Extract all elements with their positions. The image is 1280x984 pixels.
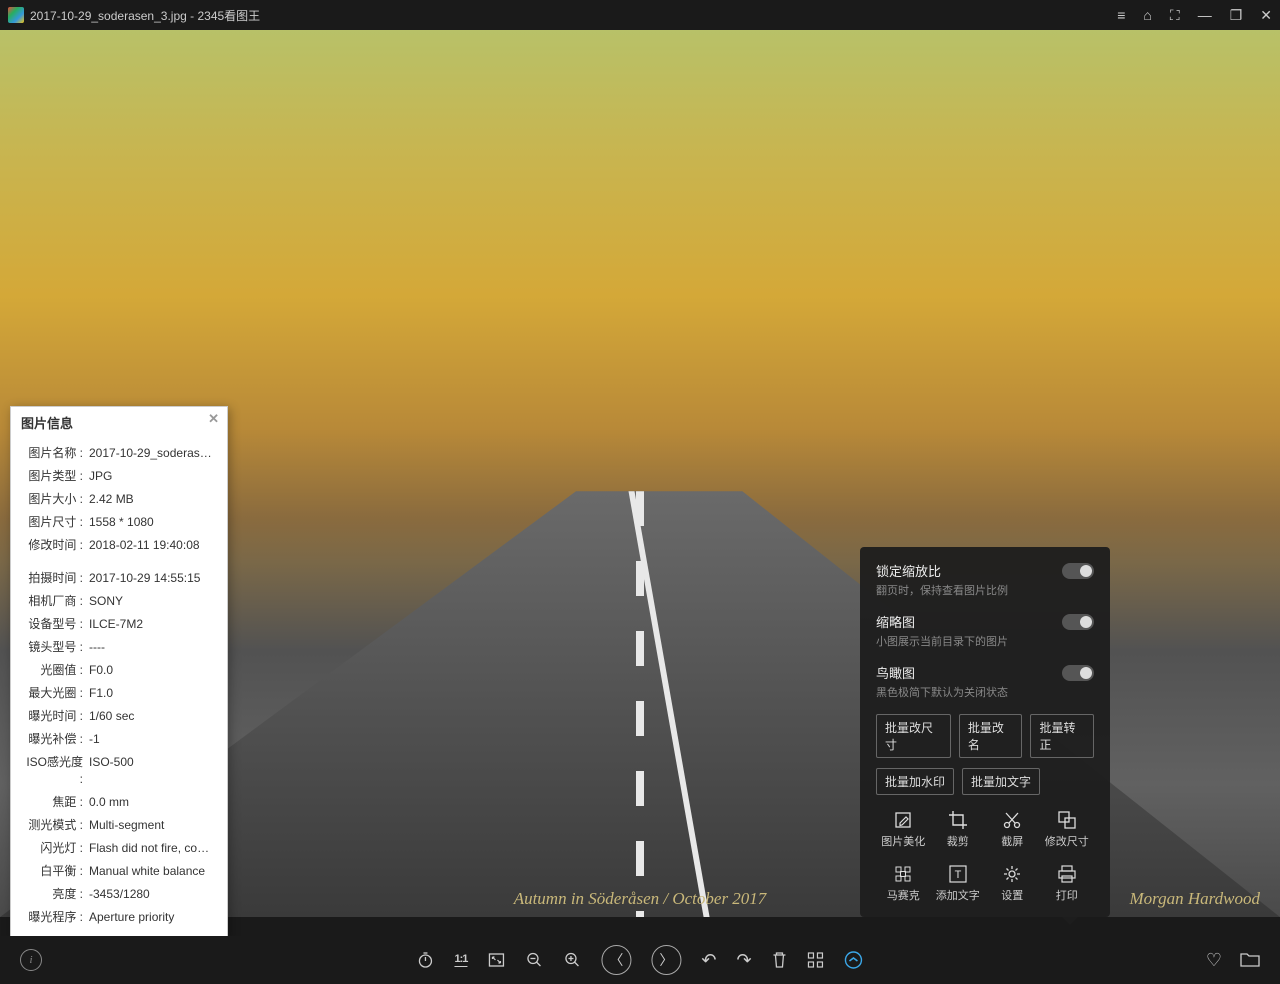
tool-scissors[interactable]: 截屏 [985, 805, 1040, 853]
tool-gear[interactable]: 设置 [985, 859, 1040, 907]
tool-mosaic[interactable]: 马赛克 [876, 859, 931, 907]
edit-icon [876, 809, 931, 831]
info-row: 相机厂商 :SONY [11, 590, 227, 613]
info-panel-close-icon[interactable]: ✕ [208, 411, 219, 427]
toggle-switch[interactable] [1062, 665, 1094, 681]
maximize-icon[interactable]: ❐ [1230, 7, 1243, 24]
info-row: 最大光圈 :F1.0 [11, 682, 227, 705]
minimize-icon[interactable]: — [1198, 7, 1212, 23]
tool-crop[interactable]: 裁剪 [931, 805, 986, 853]
toggle-desc: 黑色极简下默认为关闭状态 [876, 684, 1062, 700]
info-row: 曝光补偿 :-1 [11, 728, 227, 751]
toggle-desc: 翻页时，保持查看图片比例 [876, 582, 1062, 598]
tool-text[interactable]: T添加文字 [931, 859, 986, 907]
image-info-panel: 图片信息 ✕ 图片名称 :2017-10-29_soderasen_3图片类型 … [10, 406, 228, 938]
apps-icon[interactable] [808, 952, 824, 968]
timer-icon[interactable] [416, 951, 434, 969]
mosaic-icon [876, 863, 931, 885]
info-row: 图片类型 :JPG [11, 465, 227, 488]
svg-text:T: T [954, 869, 961, 881]
image-caption: Autumn in Söderåsen / October 2017 [514, 889, 767, 909]
batch-button[interactable]: 批量加文字 [962, 768, 1040, 795]
window-title: 2017-10-29_soderasen_3.jpg - 2345看图王 [30, 7, 1117, 24]
info-row: 设备型号 :ILCE-7M2 [11, 613, 227, 636]
folder-icon[interactable] [1240, 950, 1260, 971]
tool-resize[interactable]: 修改尺寸 [1040, 805, 1095, 853]
crop-icon [931, 809, 986, 831]
info-row: 光圈值 :F0.0 [11, 659, 227, 682]
zoom-in-icon[interactable] [563, 951, 581, 969]
batch-button[interactable]: 批量转正 [1030, 714, 1094, 758]
text-icon: T [931, 863, 986, 885]
toggle-title: 鸟瞰图 [876, 663, 1062, 682]
next-button[interactable]: 〉 [651, 945, 681, 975]
zoom-out-icon[interactable] [525, 951, 543, 969]
batch-button[interactable]: 批量改名 [959, 714, 1023, 758]
info-row: ISO感光度 :ISO-500 [11, 751, 227, 791]
pin-icon[interactable]: ⌂ [1143, 7, 1151, 23]
tool-print[interactable]: 打印 [1040, 859, 1095, 907]
more-tools-button[interactable] [844, 950, 864, 970]
menu-icon[interactable]: ≡ [1117, 7, 1125, 23]
toggle-switch[interactable] [1062, 563, 1094, 579]
info-panel-title: 图片信息 [21, 416, 73, 431]
gear-icon [985, 863, 1040, 885]
info-row: 曝光时间 :1/60 sec [11, 705, 227, 728]
info-row: 曝光程序 :Aperture priority [11, 906, 227, 929]
settings-popup: 锁定缩放比翻页时，保持查看图片比例缩略图小图展示当前目录下的图片鸟瞰图黑色极简下… [860, 547, 1110, 917]
prev-button[interactable]: 〈 [601, 945, 631, 975]
toggle-switch[interactable] [1062, 614, 1094, 630]
info-row: 图片名称 :2017-10-29_soderasen_3 [11, 442, 227, 465]
rotate-right-icon[interactable]: ↷ [736, 950, 751, 971]
info-row: 镜头型号 :---- [11, 636, 227, 659]
info-row: 修改时间 :2018-02-11 19:40:08 [11, 534, 227, 557]
info-row: 焦距 :0.0 mm [11, 791, 227, 814]
image-author: Morgan Hardwood [1130, 889, 1261, 909]
info-row: 图片大小 :2.42 MB [11, 488, 227, 511]
fit-screen-icon[interactable] [487, 951, 505, 969]
delete-icon[interactable] [772, 951, 788, 969]
print-icon [1040, 863, 1095, 885]
resize-icon [1040, 809, 1095, 831]
toggle-desc: 小图展示当前目录下的图片 [876, 633, 1062, 649]
scissors-icon [985, 809, 1040, 831]
info-row: 亮度 :-3453/1280 [11, 883, 227, 906]
app-icon [8, 7, 24, 23]
close-icon[interactable]: ✕ [1260, 7, 1272, 24]
fullscreen-icon[interactable]: ⛶ [1170, 7, 1180, 24]
info-button[interactable]: i [20, 949, 42, 971]
info-row: 拍摄时间 :2017-10-29 14:55:15 [11, 567, 227, 590]
favorite-icon[interactable]: ♡ [1206, 950, 1222, 971]
batch-button[interactable]: 批量加水印 [876, 768, 954, 795]
info-row: 测光模式 :Multi-segment [11, 814, 227, 837]
actual-size-button[interactable]: 1:1 [454, 954, 467, 967]
info-row: 白平衡 :Manual white balance [11, 860, 227, 883]
tool-edit[interactable]: 图片美化 [876, 805, 931, 853]
toggle-title: 缩略图 [876, 612, 1062, 631]
info-row: 图片尺寸 :1558 * 1080 [11, 511, 227, 534]
bottom-toolbar: i 1:1 〈 〉 ↶ ↷ ♡ [0, 936, 1280, 984]
batch-button[interactable]: 批量改尺寸 [876, 714, 951, 758]
rotate-left-icon[interactable]: ↶ [701, 950, 716, 971]
info-row: 闪光灯 :Flash did not fire, compul... [11, 837, 227, 860]
toggle-title: 锁定缩放比 [876, 561, 1062, 580]
